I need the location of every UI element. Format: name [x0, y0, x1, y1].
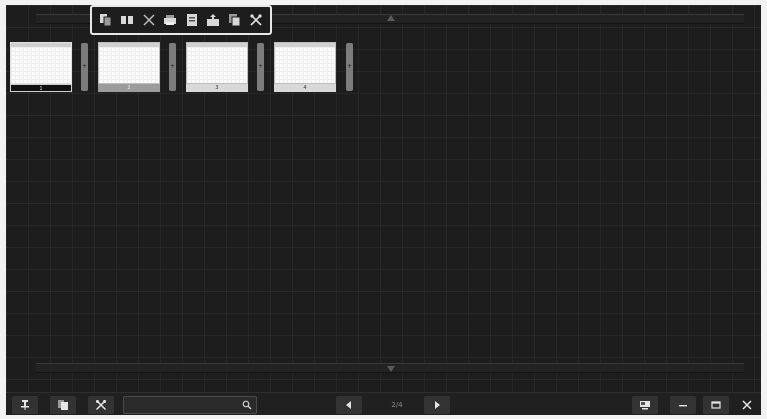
- duplicate-button[interactable]: [226, 9, 243, 31]
- delete-x-icon: [143, 14, 155, 26]
- close-button[interactable]: [737, 396, 757, 414]
- pages-stack-icon: [58, 400, 68, 410]
- two-pages-button[interactable]: [119, 9, 136, 31]
- page-number-label: 4: [274, 84, 336, 92]
- display-icon: [640, 401, 650, 410]
- prev-arrow-icon: [346, 401, 351, 409]
- search-input[interactable]: [126, 398, 236, 412]
- document-button[interactable]: [183, 9, 200, 31]
- restore-button[interactable]: [703, 396, 729, 414]
- page-edit-toolbar: [90, 5, 272, 35]
- display-mode-button[interactable]: [632, 396, 658, 414]
- close-icon: [742, 400, 752, 410]
- two-pages-icon: [121, 16, 134, 24]
- previous-page-button[interactable]: [336, 396, 362, 414]
- page-thumbnail-2[interactable]: 2: [98, 42, 160, 92]
- duplicate-icon: [228, 14, 241, 27]
- tools-icon: [95, 399, 107, 411]
- restore-window-icon: [711, 401, 721, 409]
- copy-pages-icon: [99, 14, 112, 27]
- next-page-button[interactable]: [424, 396, 450, 414]
- print-icon: [164, 15, 177, 25]
- page-preview: [186, 42, 248, 84]
- search-box[interactable]: [123, 396, 257, 414]
- page-preview: [98, 42, 160, 84]
- insert-page-button[interactable]: +: [81, 43, 88, 91]
- tools-icon: [250, 14, 262, 26]
- minimize-button[interactable]: [670, 396, 696, 414]
- tools-button[interactable]: [248, 9, 265, 31]
- insert-page-button[interactable]: +: [257, 43, 264, 91]
- page-preview: [10, 42, 72, 84]
- copy-pages-button[interactable]: [97, 9, 114, 31]
- pages-button[interactable]: [50, 396, 76, 414]
- export-icon: [207, 14, 220, 26]
- page-preview: [274, 42, 336, 84]
- pin-button[interactable]: [12, 396, 38, 414]
- delete-button[interactable]: [140, 9, 157, 31]
- tools-menu-button[interactable]: [88, 396, 114, 414]
- page-number-label: 3: [186, 84, 248, 92]
- export-button[interactable]: [205, 9, 222, 31]
- minimize-icon: [679, 405, 687, 407]
- page-thumbnail-4[interactable]: 4: [274, 42, 336, 92]
- bottom-taskbar: 2/4: [6, 392, 761, 415]
- next-arrow-icon: [435, 401, 440, 409]
- insert-page-button[interactable]: +: [169, 43, 176, 91]
- scroll-down-icon[interactable]: [387, 366, 395, 372]
- scroll-up-icon[interactable]: [387, 15, 395, 21]
- insert-page-button[interactable]: +: [346, 43, 353, 91]
- whiteboard-app: 1 + 2 + 3 + 4 + 2/4: [6, 5, 761, 415]
- page-thumbnail-1[interactable]: 1: [10, 42, 72, 92]
- pin-icon: [21, 400, 29, 410]
- page-thumbnail-3[interactable]: 3: [186, 42, 248, 92]
- page-indicator: 2/4: [391, 401, 403, 409]
- page-number-label: 2: [98, 84, 160, 92]
- search-icon[interactable]: [242, 400, 252, 410]
- print-button[interactable]: [162, 9, 179, 31]
- page-number-label: 1: [10, 84, 72, 92]
- document-icon: [186, 14, 197, 26]
